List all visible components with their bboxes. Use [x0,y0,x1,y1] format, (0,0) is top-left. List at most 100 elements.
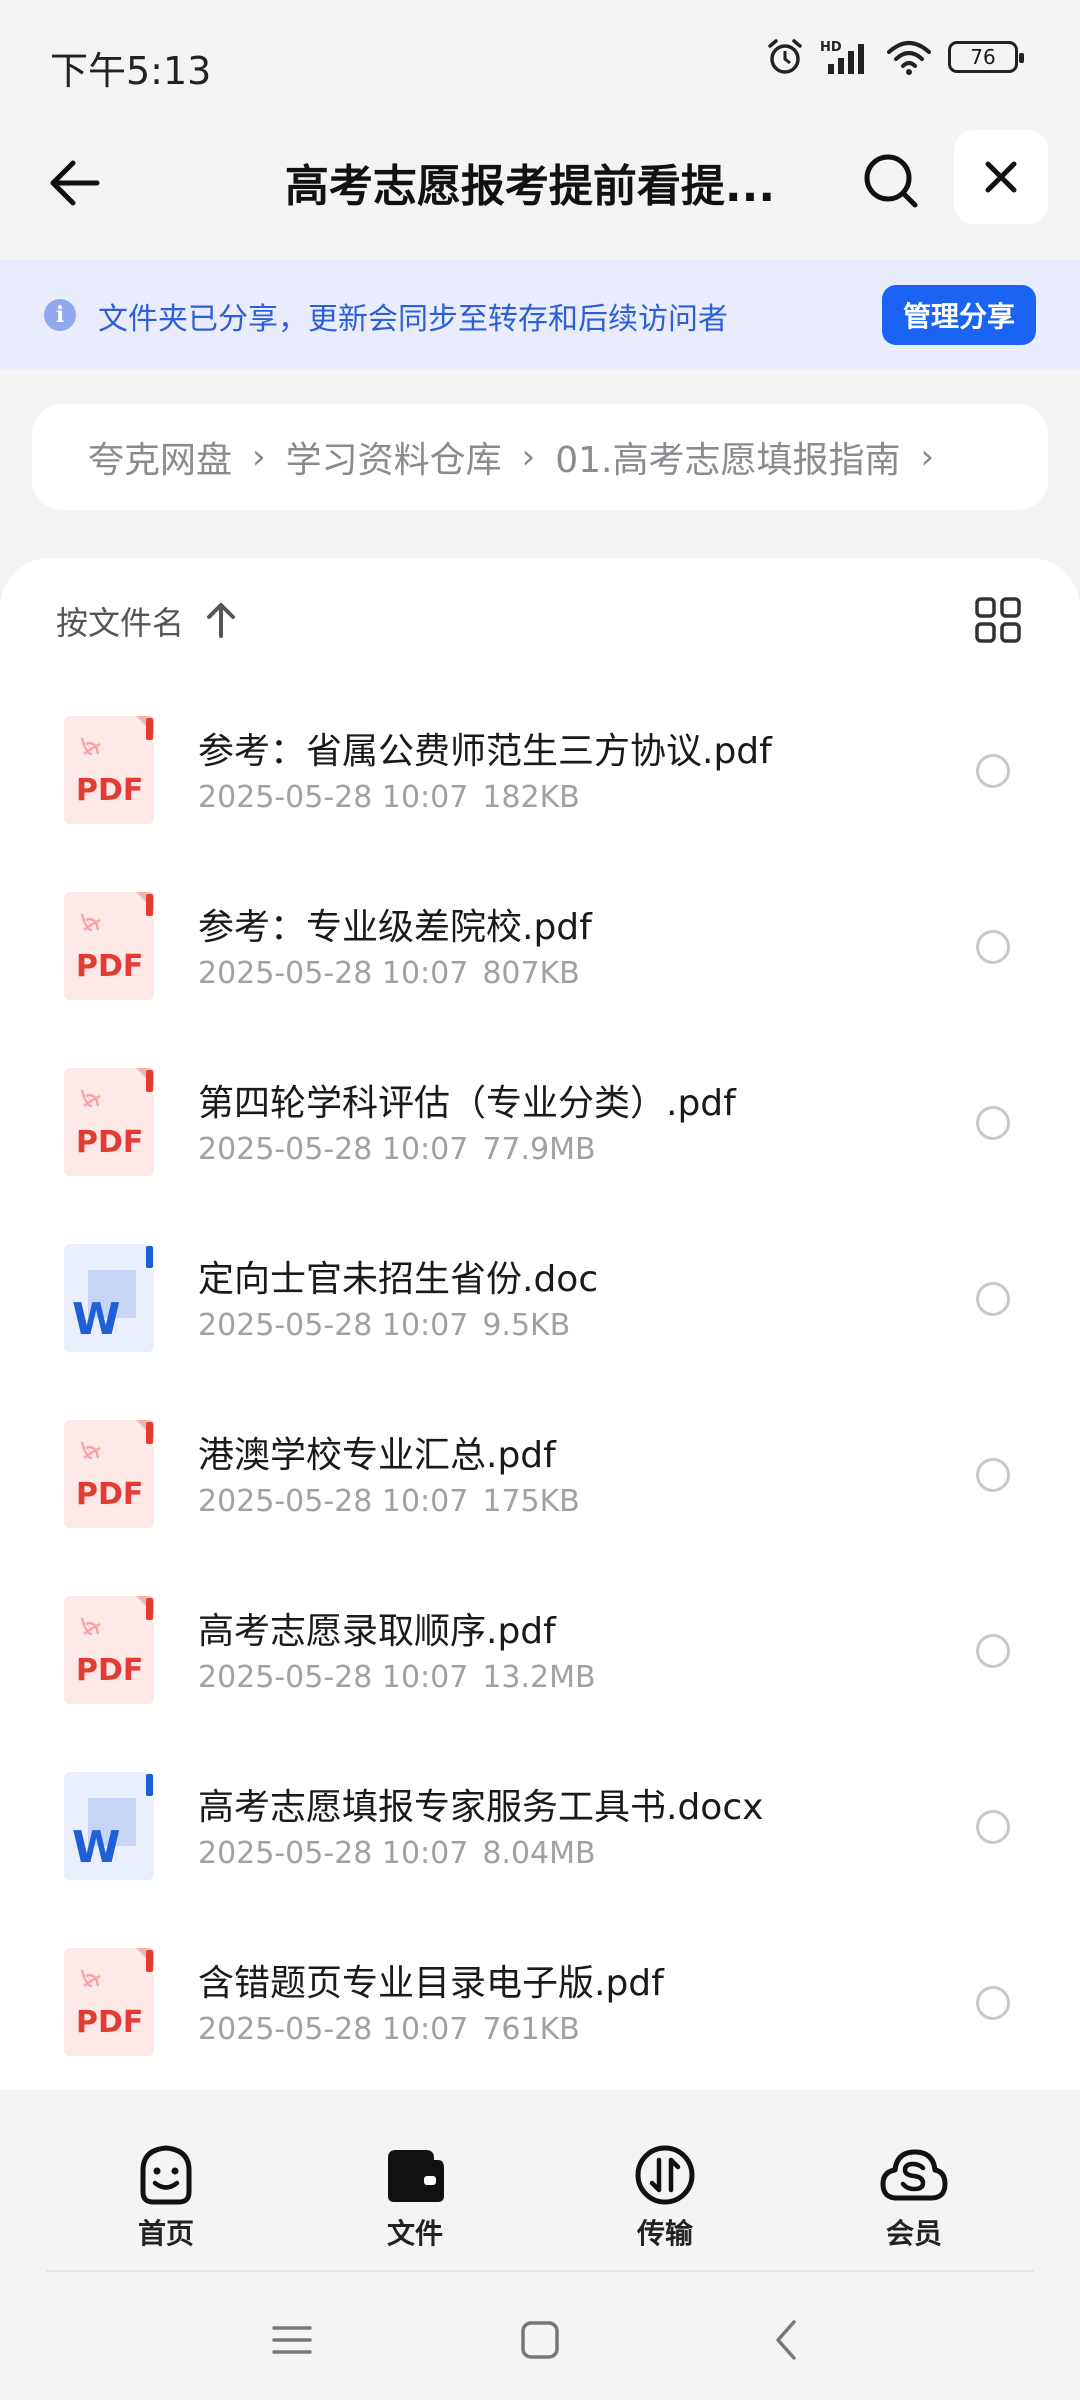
pdf-file-icon: PDF [64,716,154,824]
menu-icon[interactable] [262,2310,322,2370]
arrow-up-icon[interactable] [204,600,238,640]
svg-text:PDF: PDF [76,1477,143,1512]
file-date: 2025-05-28 10:07 [198,2012,469,2047]
file-name: 参考：省属公费师范生三方协议.pdf [198,731,772,772]
select-checkbox[interactable] [976,754,1010,788]
file-row[interactable]: PDF 含错题页专业目录电子版.pdf 2025-05-28 10:07 761K… [0,1946,1080,2122]
file-name: 参考：专业级差院校.pdf [198,907,592,948]
file-name: 高考志愿录取顺序.pdf [198,1611,556,1652]
search-button[interactable] [852,142,930,220]
alarm-icon [768,39,802,74]
chevron-right-icon: › [252,437,266,477]
pdf-file-icon: PDF [64,1596,154,1704]
select-checkbox[interactable] [976,1106,1010,1140]
hd-signal-icon: HD [820,40,864,74]
select-checkbox[interactable] [976,1986,1010,2020]
svg-text:PDF: PDF [76,2005,143,2040]
select-checkbox[interactable] [976,1282,1010,1316]
share-banner-text: 文件夹已分享，更新会同步至转存和后续访问者 [98,302,728,337]
pdf-file-icon: PDF [64,892,154,1000]
file-row[interactable]: PDF 参考：省属公费师范生三方协议.pdf 2025-05-28 10:07 1… [0,714,1080,890]
status-icons: HD 76 [766,38,1024,76]
back-button[interactable] [40,148,110,218]
file-meta: 2025-05-28 10:07 761KB [198,2012,580,2047]
back-chevron-icon[interactable] [758,2310,818,2370]
transfer-icon [635,2145,695,2205]
share-banner: i 文件夹已分享，更新会同步至转存和后续访问者 管理分享 [0,260,1080,370]
svg-text:PDF: PDF [76,773,143,808]
file-date: 2025-05-28 10:07 [198,1308,469,1343]
file-meta: 2025-05-28 10:07 175KB [198,1484,580,1519]
bottom-nav: 首页 文件 传输 会员 [0,2120,1080,2270]
svg-text:PDF: PDF [76,1653,143,1688]
file-row[interactable]: PDF 高考志愿录取顺序.pdf 2025-05-28 10:07 13.2MB [0,1594,1080,1770]
file-list: 按文件名 PDF 参考：省属公费师范生三方协议.pdf 2025-05-28 1… [0,558,1080,2090]
file-meta: 2025-05-28 10:07 9.5KB [198,1308,570,1343]
chevron-right-icon: › [920,437,935,477]
breadcrumb-item-root[interactable]: 夸克网盘 [88,431,232,483]
file-row[interactable]: PDF 第四轮学科评估（专业分类）.pdf 2025-05-28 10:07 77… [0,1066,1080,1242]
nav-divider [46,2270,1034,2272]
select-checkbox[interactable] [976,1634,1010,1668]
word-file-icon: W [64,1244,154,1352]
chevron-right-icon: › [521,437,536,477]
manage-share-button[interactable]: 管理分享 [882,285,1036,345]
file-row[interactable]: PDF 参考：专业级差院校.pdf 2025-05-28 10:07 807KB [0,890,1080,1066]
file-name: 高考志愿填报专家服务工具书.docx [198,1787,764,1828]
breadcrumb-item-library[interactable]: 学习资料仓库 [286,431,502,483]
folder-icon [388,2150,444,2202]
file-date: 2025-05-28 10:07 [198,1836,469,1871]
svg-text:HD: HD [820,40,842,55]
select-checkbox[interactable] [976,930,1010,964]
select-checkbox[interactable] [976,1458,1010,1492]
pdf-file-icon: PDF [64,1948,154,2056]
wifi-icon [887,41,931,75]
close-icon [985,161,1017,193]
file-size: 77.9MB [482,1132,596,1167]
battery-level: 76 [970,45,996,69]
sort-by-name-button[interactable]: 按文件名 [56,598,184,644]
nav-item-transfer[interactable]: 传输 [595,2120,735,2270]
file-name: 定向士官未招生省份.doc [198,1259,599,1300]
file-date: 2025-05-28 10:07 [198,1484,469,1519]
file-size: 807KB [482,956,580,991]
file-meta: 2025-05-28 10:07 13.2MB [198,1660,596,1695]
search-icon [864,154,918,208]
file-date: 2025-05-28 10:07 [198,1132,469,1167]
home-square-icon[interactable] [510,2310,570,2370]
file-date: 2025-05-28 10:07 [198,956,469,991]
breadcrumb-item-guide[interactable]: 01.高考志愿填报指南 [555,431,900,483]
nav-label-files: 文件 [386,2217,443,2250]
svg-text:PDF: PDF [76,949,143,984]
file-date: 2025-05-28 10:07 [198,780,469,815]
nav-label-member: 会员 [885,2217,942,2250]
file-row[interactable]: W 定向士官未招生省份.doc 2025-05-28 10:07 9.5KB [0,1242,1080,1418]
nav-label-home: 首页 [137,2217,194,2250]
file-name: 第四轮学科评估（专业分类）.pdf [198,1083,736,1124]
smiley-home-icon [140,2145,192,2205]
select-checkbox[interactable] [976,1810,1010,1844]
system-nav-bar [0,2290,1080,2400]
file-size: 9.5KB [482,1308,571,1343]
file-meta: 2025-05-28 10:07 807KB [198,956,580,991]
svg-text:W: W [72,1294,121,1345]
file-name: 港澳学校专业汇总.pdf [198,1435,556,1476]
file-row[interactable]: W 高考志愿填报专家服务工具书.docx 2025-05-28 10:07 8.0… [0,1770,1080,1946]
breadcrumb: 夸克网盘 › 学习资料仓库 › 01.高考志愿填报指南 › [32,404,1048,510]
page-title: 高考志愿报考提前看提... [284,161,776,212]
file-row[interactable]: PDF 港澳学校专业汇总.pdf 2025-05-28 10:07 175KB [0,1418,1080,1594]
file-size: 761KB [482,2012,580,2047]
nav-item-home[interactable]: 首页 [96,2120,236,2270]
status-time: 下午5:13 [50,49,212,93]
word-file-icon: W [64,1772,154,1880]
nav-item-files[interactable]: 文件 [345,2120,485,2270]
file-size: 182KB [482,780,580,815]
header-bar: 高考志愿报考提前看提... [0,120,1080,260]
nav-label-transfer: 传输 [636,2217,693,2250]
file-size: 13.2MB [482,1660,596,1695]
nav-item-member[interactable]: 会员 [844,2120,984,2270]
arrow-left-icon [50,160,100,206]
close-button[interactable] [954,130,1048,224]
grid-view-icon[interactable] [974,596,1022,644]
file-meta: 2025-05-28 10:07 182KB [198,780,580,815]
